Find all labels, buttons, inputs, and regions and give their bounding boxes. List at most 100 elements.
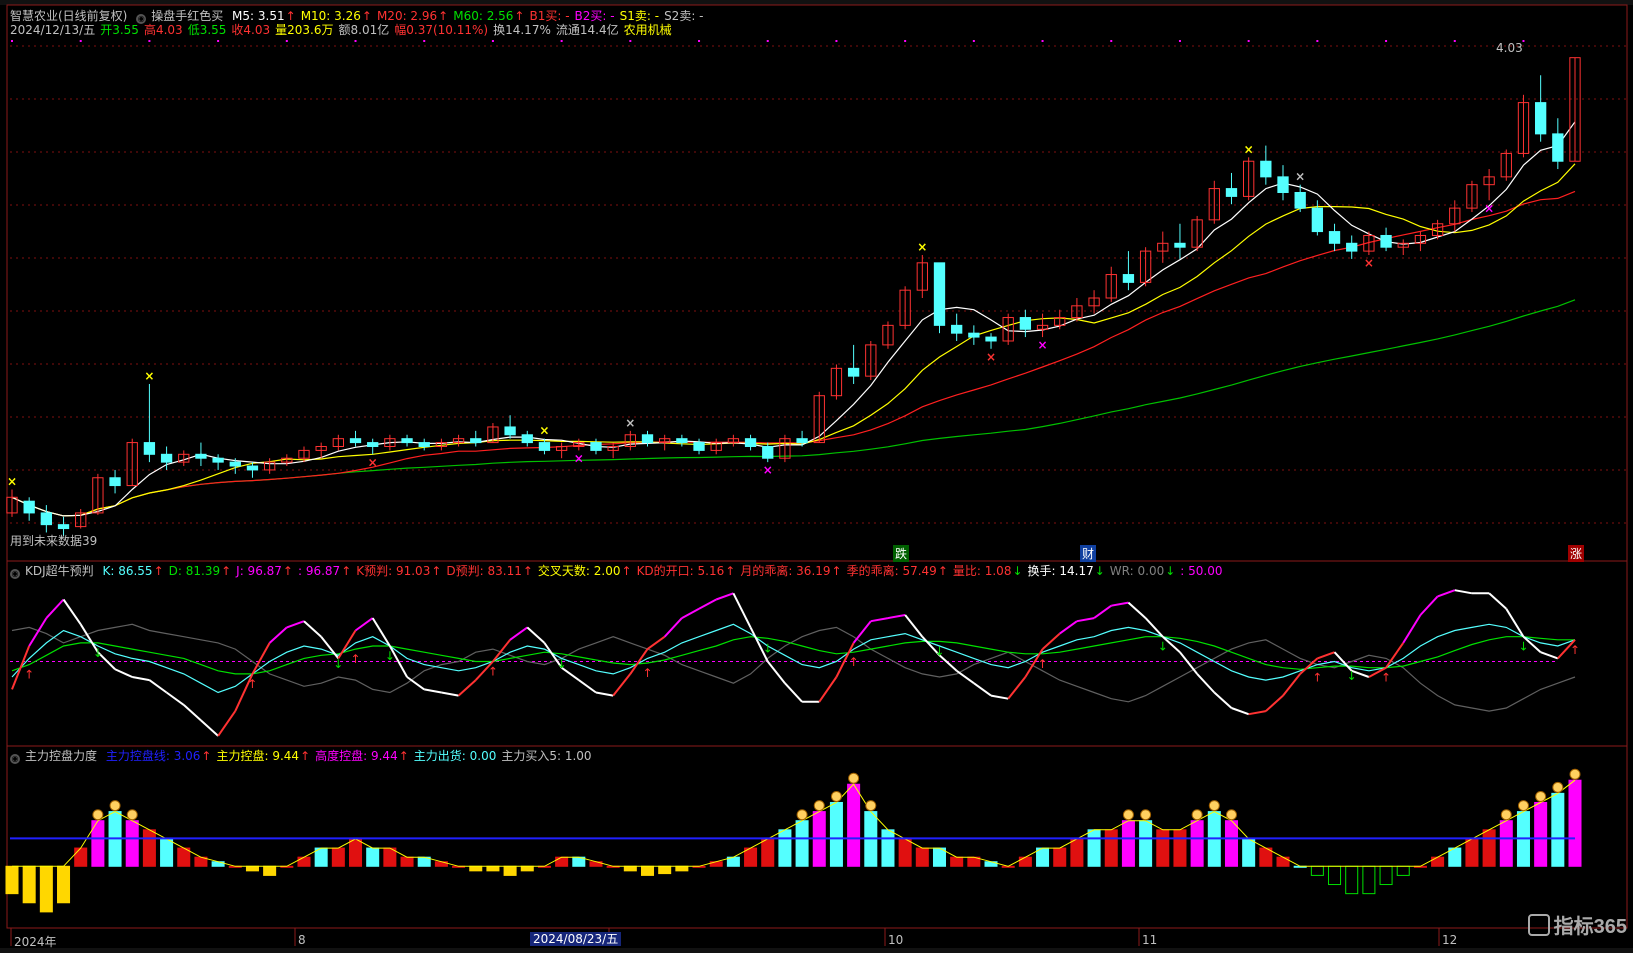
signal-cross-icon: × [574,451,584,465]
death-cross-arrow-icon: ↓ [763,641,773,655]
main-control-bar [1534,801,1548,867]
kdj-item: : 96.87 [297,564,341,578]
main-control-title[interactable]: 主力控盘力度 [25,749,97,763]
main-control-bar [898,838,912,867]
golden-cross-arrow-icon: ↑ [849,655,859,669]
signal-cross-icon: × [1244,142,1254,156]
main-control-bar [847,783,861,867]
candle-body [676,438,688,444]
money-bag-icon [126,809,138,821]
candle-body [951,324,963,334]
main-control-bar [5,865,19,895]
golden-cross-arrow-icon: ↑ [488,665,498,679]
kdj-j-segment [1127,601,1147,619]
kdj-j-segment [956,669,975,685]
top-signal-tick [1316,40,1319,42]
kdj-j-segment [183,704,202,722]
main-control-bar [520,865,534,872]
kdj-j-segment [1437,589,1456,598]
money-bag-icon [92,809,104,821]
candle-body [590,442,602,451]
money-bag-icon [1208,800,1220,812]
money-bag-icon [1517,800,1529,812]
kdj-j-segment [1231,707,1249,716]
top-signal-tick [1110,40,1113,42]
kdj-title[interactable]: KDJ超牛预判 [25,564,94,578]
ma-item: S2卖: - [664,9,704,23]
golden-cross-arrow-icon: ↑ [642,666,652,680]
main-control-bar [1551,792,1565,867]
main-control-toggle-icon[interactable]: ◉ [10,754,20,764]
main-control-arrow-icon: ↑ [201,749,212,763]
top-signal-tick [285,40,288,42]
kdj-j-segment [990,694,1009,700]
candle-body [847,367,860,377]
signal-cross-icon: × [1038,338,1048,352]
main-control-bar [22,865,36,904]
top-signal-tick [1041,40,1044,42]
main-control-item: 高度控盘: 9.44 [315,749,398,763]
top-signal-tick [491,40,494,42]
money-bag-icon [1569,768,1581,780]
candle-body [521,434,533,444]
kdj-d-line [11,636,1575,675]
ma-item: M60: 2.56 [453,9,514,23]
top-signal-tick [1453,40,1456,42]
main-control-bar [1431,856,1445,867]
signal-cross-icon: × [625,416,635,430]
candle-body [401,438,413,444]
money-bag-icon [813,800,825,812]
golden-cross-arrow-icon: ↑ [247,677,257,691]
main-control-bar [623,865,637,872]
candle-body [160,453,173,463]
money-bag-icon [848,772,860,784]
candle-body [796,438,808,444]
cursor-date-badge: 2024/08/23/五 [530,932,622,946]
top-signal-tick [698,40,701,42]
indicator-name[interactable]: 操盘手红色买 [151,9,223,23]
ma-item: M5: 3.51 [232,9,285,23]
ma-item: M20: 2.96 [376,9,438,23]
panel-border [6,4,1628,562]
money-bag-icon [865,800,877,812]
main-control-bar [245,865,259,872]
main-control-bar [74,847,88,867]
candle-body [985,336,997,342]
top-signal-tick [79,40,82,42]
chart-canvas[interactable]: × × × × × × × × × × × × × × ↑ ↓ ↑ ↓ ↑ ↓ ↑ ↓ ↑ ↓ ↑ ↓ ↑ ↓ ↑ ↓ ↑ ↓ ↑ [0,0,1633,953]
ma-arrow-icon: ↑ [285,9,296,23]
main-control-bar [125,820,139,867]
main-control-bar [1173,829,1187,867]
kdj-j-segment [268,626,288,644]
candle-body [470,438,482,444]
main-control-bar [950,856,964,867]
bottom-toolbar[interactable] [0,948,1633,953]
main-control-bar [1568,779,1582,867]
kdj-item: 月的乖离: 36.19 [740,564,831,578]
kdj-arrow-icon: ↑ [282,564,293,578]
main-control-bar [1345,865,1359,895]
main-control-header: ◉ 主力控盘力度 主力控盘线: 3.06↑ 主力控盘: 9.44↑ 高度控盘: 9.4… [10,749,602,764]
death-cross-arrow-icon: ↓ [1347,669,1357,683]
kdj-arrow-icon: ↑ [937,564,948,578]
golden-cross-arrow-icon: ↑ [1570,643,1580,657]
candle-body [1019,317,1032,330]
kdj-toggle-icon[interactable]: ◉ [10,569,20,579]
money-bag-icon [1500,809,1512,821]
candle-body [367,442,379,447]
main-control-bar [331,847,345,867]
kdj-j-segment [114,668,133,678]
kdj-item: D: 81.39 [168,564,221,578]
main-control-bar [1499,820,1513,867]
main-control-bar [1070,838,1084,867]
kdj-item: D预判: 83.11 [446,564,522,578]
main-control-bar [1121,820,1135,867]
signal-cross-icon: × [368,455,378,469]
kdj-item: K预判: 91.03 [356,564,431,578]
kdj-item: KD的开口: 5.16 [636,564,725,578]
main-control-bar [1224,820,1238,867]
kdj-j-segment [1059,620,1078,635]
top-signal-tick [217,40,220,42]
quote-item: 额8.01亿 [338,23,390,37]
main-control-item: 主力买入5: 1.00 [501,749,592,763]
